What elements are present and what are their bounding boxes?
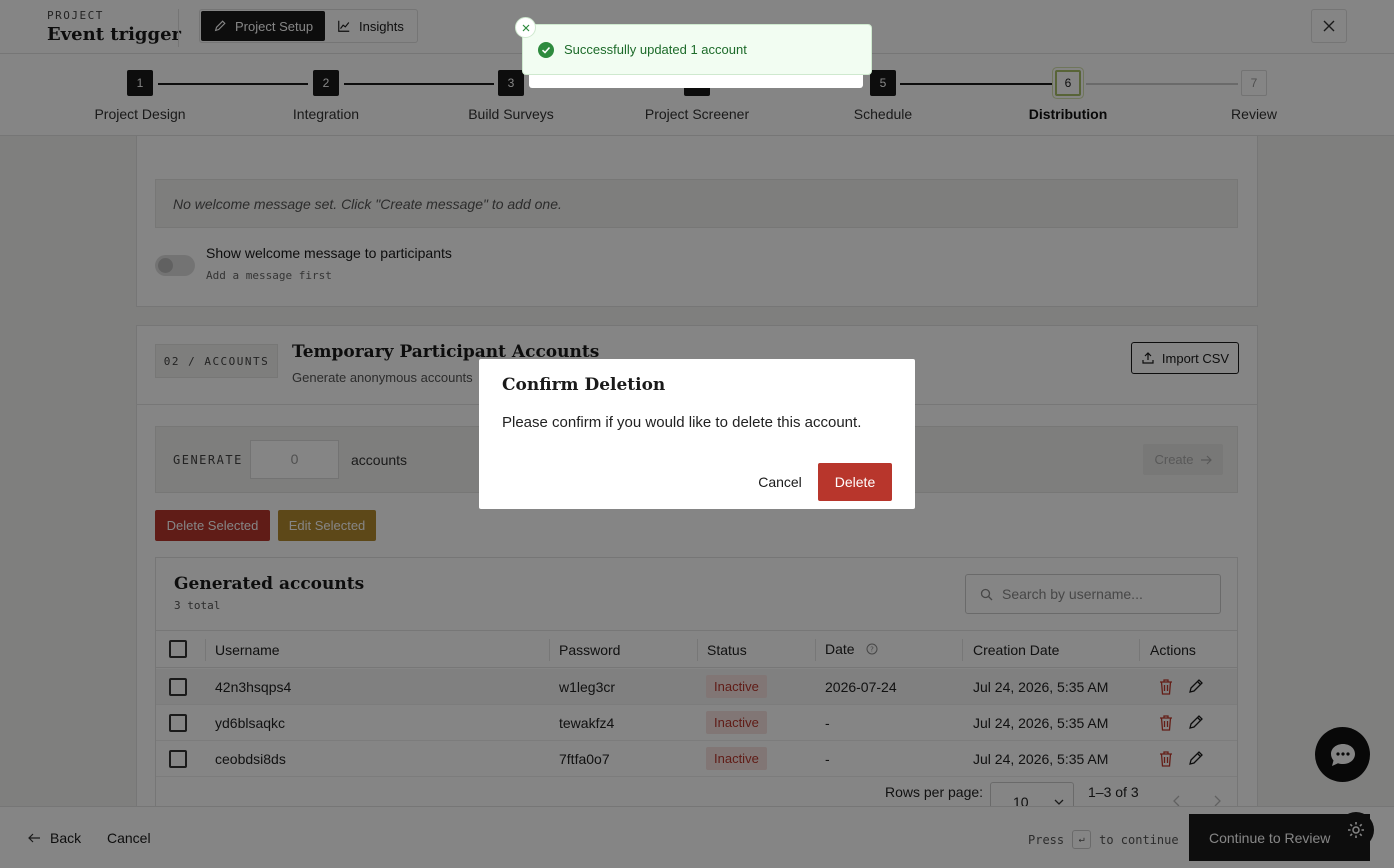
close-icon xyxy=(522,24,529,31)
check-circle-icon xyxy=(538,41,554,58)
dialog-message: Please confirm if you would like to dele… xyxy=(502,414,862,431)
dialog-cancel-button[interactable]: Cancel xyxy=(750,463,810,501)
success-toast: Successfully updated 1 account xyxy=(522,24,872,75)
toast-message: Successfully updated 1 account xyxy=(564,42,747,57)
dialog-delete-button[interactable]: Delete xyxy=(818,463,892,501)
dialog-title: Confirm Deletion xyxy=(502,375,666,395)
toast-close-button[interactable] xyxy=(515,17,536,38)
confirm-deletion-dialog: Confirm Deletion Please confirm if you w… xyxy=(479,359,915,509)
